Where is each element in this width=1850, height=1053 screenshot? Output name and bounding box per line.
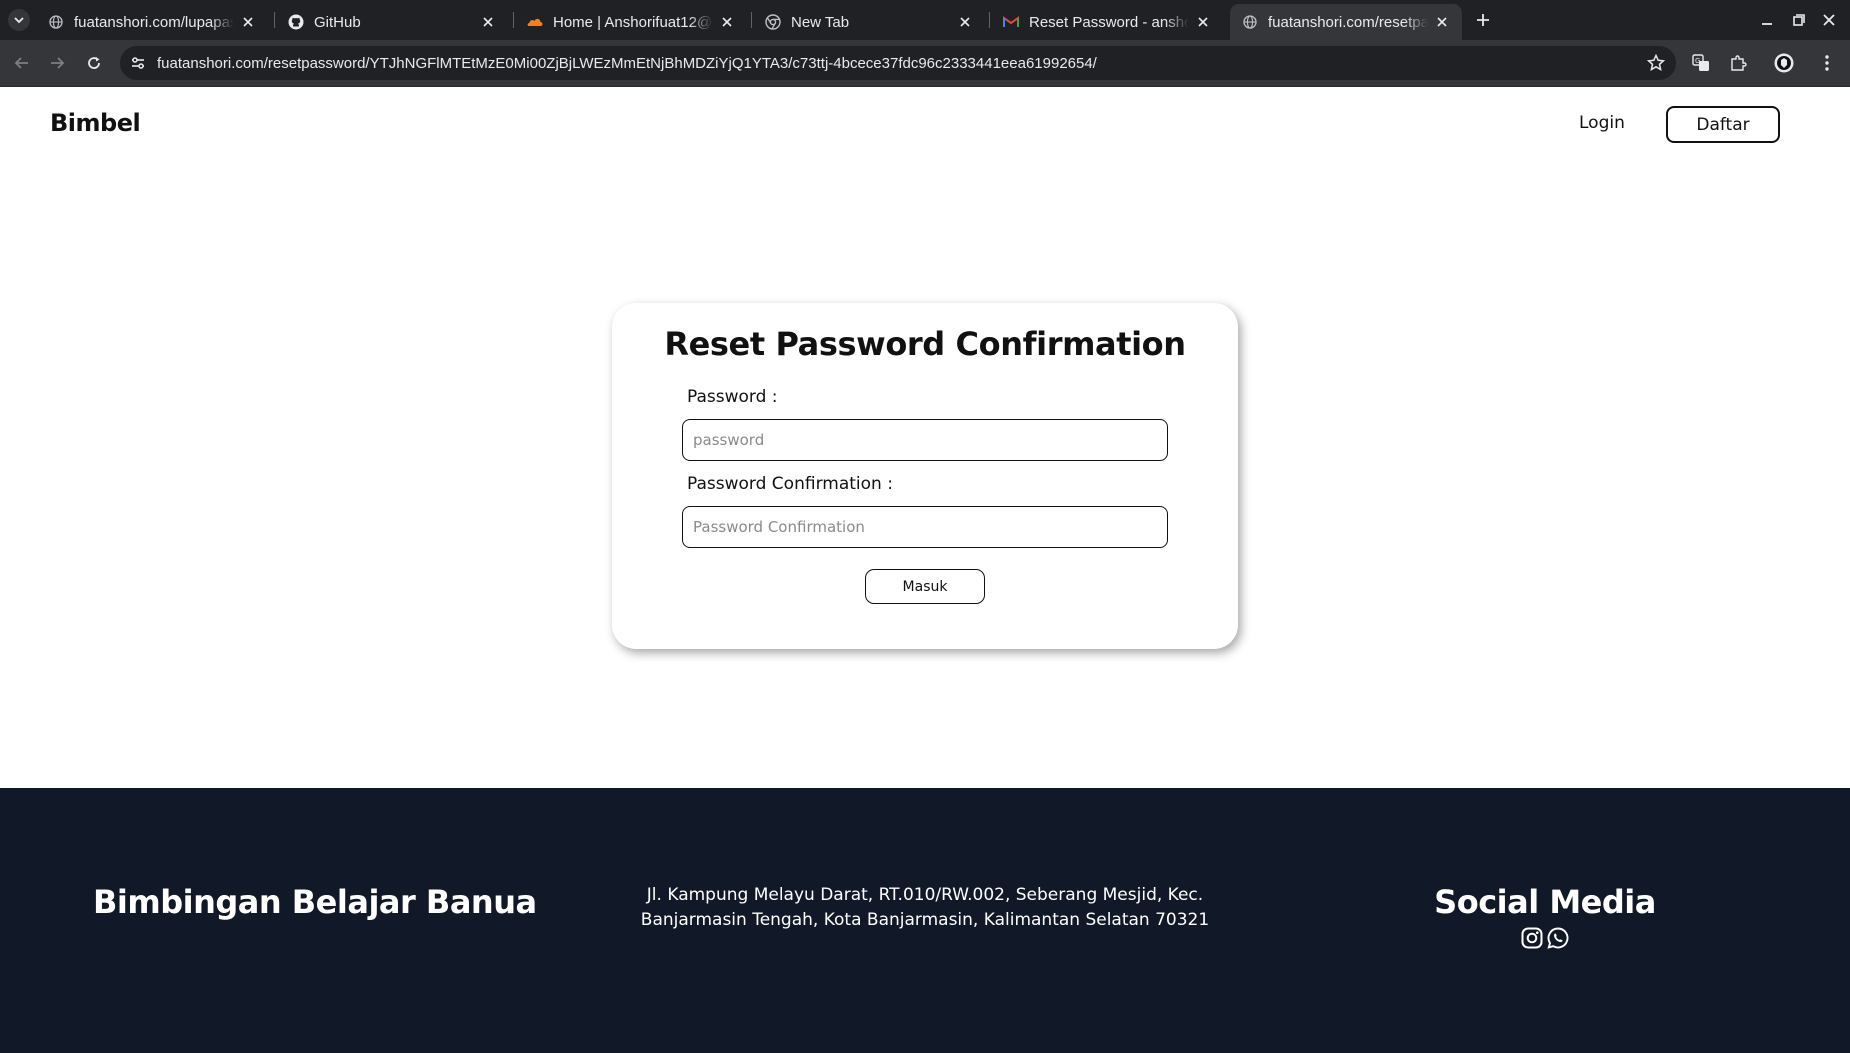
github-icon — [288, 14, 304, 30]
tab-divider — [274, 12, 275, 28]
translate-icon: G — [1692, 54, 1709, 71]
site-footer: Bimbingan Belajar Banua Jl. Kampung Mela… — [0, 788, 1850, 1053]
globe-icon — [48, 14, 64, 30]
login-link[interactable]: Login — [1579, 113, 1625, 133]
social-media-section: Social Media — [1420, 883, 1670, 949]
plus-icon — [1477, 14, 1489, 26]
password-input[interactable] — [682, 419, 1168, 461]
tab-title: fuatanshori.com/resetpa — [1268, 13, 1428, 31]
close-tab-icon[interactable] — [957, 14, 973, 30]
instagram-icon[interactable] — [1521, 927, 1543, 949]
social-media-title: Social Media — [1434, 883, 1656, 921]
back-button[interactable] — [11, 52, 33, 74]
profile-avatar[interactable] — [1773, 52, 1795, 74]
chevron-down-icon — [14, 17, 24, 24]
profile-icon — [1774, 53, 1794, 73]
close-tab-icon[interactable] — [1195, 14, 1211, 30]
bookmark-star-icon[interactable] — [1646, 53, 1666, 73]
cloud-icon — [527, 14, 543, 30]
footer-address: Jl. Kampung Melayu Darat, RT.010/RW.002,… — [625, 883, 1225, 933]
whatsapp-icon[interactable] — [1547, 927, 1569, 949]
minimize-icon — [1762, 23, 1772, 25]
browser-tab-1[interactable]: fuatanshori.com/lupapas — [36, 4, 268, 40]
page-content: Bimbel Login Daftar Reset Password Confi… — [0, 87, 1850, 1053]
close-tab-icon[interactable] — [480, 14, 496, 30]
minimize-window-button[interactable] — [1757, 10, 1777, 30]
password-confirmation-input[interactable] — [682, 506, 1168, 548]
tab-search-button[interactable] — [8, 9, 30, 31]
globe-icon — [1242, 14, 1258, 30]
forward-button[interactable] — [46, 52, 68, 74]
form-title: Reset Password Confirmation — [664, 325, 1186, 363]
tab-divider — [513, 12, 514, 28]
browser-tab-2[interactable]: GitHub — [276, 4, 508, 40]
password-confirmation-label: Password Confirmation : — [687, 474, 893, 494]
tab-title: New Tab — [791, 13, 850, 31]
restore-window-button[interactable] — [1789, 10, 1809, 30]
social-icons — [1420, 927, 1670, 949]
tab-title: Reset Password - anshori — [1029, 13, 1189, 31]
browser-tab-3[interactable]: Home | Anshorifuat12@g — [515, 4, 747, 40]
tab-title: Home | Anshorifuat12@g — [553, 13, 713, 31]
browser-tab-strip: fuatanshori.com/lupapas GitHub Home | An… — [0, 0, 1850, 40]
address-line-2: Banjarmasin Tengah, Kota Banjarmasin, Ka… — [640, 910, 1210, 930]
url-text[interactable]: fuatanshori.com/resetpassword/YTJhNGFlMT… — [157, 55, 1097, 72]
address-bar[interactable]: fuatanshori.com/resetpassword/YTJhNGFlMT… — [120, 46, 1676, 80]
site-logo[interactable]: Bimbel — [50, 109, 141, 137]
close-tab-icon[interactable] — [719, 14, 735, 30]
browser-tab-4[interactable]: New Tab — [753, 4, 985, 40]
close-window-button[interactable] — [1819, 10, 1839, 30]
new-tab-button[interactable] — [1471, 8, 1495, 32]
site-info-icon[interactable] — [128, 53, 148, 73]
translate-button[interactable]: G — [1690, 52, 1712, 74]
browser-tab-5[interactable]: Reset Password - anshori — [991, 4, 1223, 40]
extensions-button[interactable] — [1727, 52, 1749, 74]
more-vertical-icon — [1825, 55, 1829, 71]
daftar-button[interactable]: Daftar — [1666, 106, 1780, 143]
tab-title: fuatanshori.com/lupapas — [74, 13, 234, 31]
puzzle-icon — [1731, 55, 1747, 71]
reload-button[interactable] — [83, 52, 105, 74]
browser-toolbar: fuatanshori.com/resetpassword/YTJhNGFlMT… — [0, 40, 1850, 87]
close-tab-icon[interactable] — [240, 14, 256, 30]
svg-text:G: G — [1695, 57, 1700, 65]
password-label: Password : — [687, 387, 778, 407]
address-line-1: Jl. Kampung Melayu Darat, RT.010/RW.002,… — [646, 885, 1204, 905]
reset-password-card: Reset Password Confirmation Password : P… — [612, 303, 1238, 649]
gmail-icon — [1003, 14, 1019, 30]
tab-divider — [751, 12, 752, 28]
browser-tab-6[interactable]: fuatanshori.com/resetpa — [1230, 4, 1462, 40]
arrow-right-icon — [51, 57, 65, 69]
close-tab-icon[interactable] — [1434, 14, 1450, 30]
footer-brand: Bimbingan Belajar Banua — [93, 883, 537, 921]
reload-icon — [88, 57, 100, 69]
tab-divider — [989, 12, 990, 28]
restore-icon — [1793, 14, 1805, 26]
chrome-icon — [765, 14, 781, 30]
close-icon — [1823, 14, 1835, 26]
browser-menu-button[interactable] — [1816, 52, 1838, 74]
tab-title: GitHub — [314, 13, 361, 31]
arrow-left-icon — [14, 57, 28, 69]
submit-button[interactable]: Masuk — [865, 569, 985, 604]
